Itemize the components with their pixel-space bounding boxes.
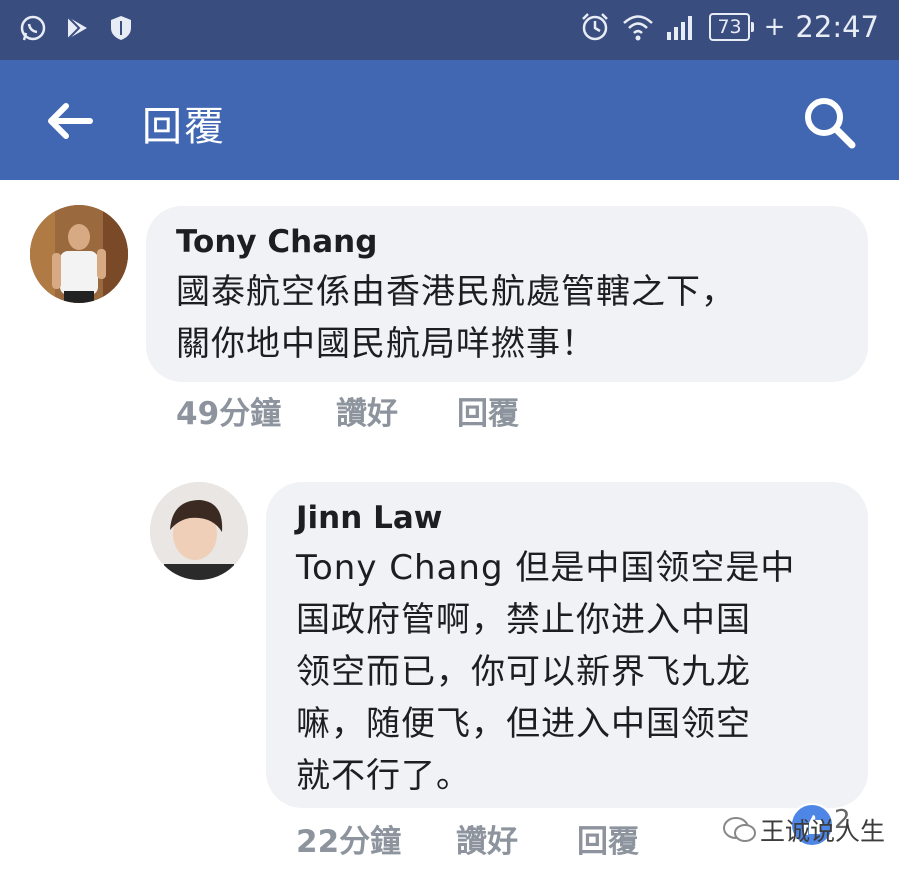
page-title: 回覆 <box>142 104 226 150</box>
comment-author[interactable]: Jinn Law <box>296 500 442 536</box>
avatar[interactable] <box>150 482 248 580</box>
shield-icon <box>111 16 131 40</box>
like-button[interactable]: 讚好 <box>336 388 398 433</box>
avatar[interactable] <box>30 205 128 303</box>
comment-author[interactable]: Tony Chang <box>176 224 377 260</box>
comment-time: 22分鐘 <box>296 824 402 860</box>
wifi-icon <box>623 15 654 41</box>
comment-text: 國泰航空係由香港民航處管轄之下， 關你地中國民航局咩撚事！ <box>176 272 736 364</box>
status-clock: 22:47 <box>795 10 879 44</box>
status-bar: 73 + 22:47 <box>0 0 899 60</box>
avatar-photo <box>150 482 248 580</box>
comment-time: 49分鐘 <box>176 396 282 432</box>
search-icon[interactable] <box>800 93 858 151</box>
alarm-icon <box>582 13 609 41</box>
charging-indicator: + <box>763 12 786 42</box>
watermark: 王诚说人生 <box>760 817 886 846</box>
app-bar: 回覆 <box>0 60 899 180</box>
battery-indicator: 73 <box>709 13 754 41</box>
avatar-photo <box>30 205 128 303</box>
reply-button[interactable]: 回覆 <box>577 816 639 861</box>
comment-text: Tony Chang 但是中国领空是中 国政府管啊，禁止你进入中国 领空而已，你… <box>296 548 796 796</box>
back-arrow-icon[interactable] <box>44 98 94 144</box>
signal-icon <box>667 16 693 40</box>
play-store-icon <box>67 16 87 40</box>
reply-button[interactable]: 回覆 <box>457 388 519 433</box>
like-button[interactable]: 讚好 <box>456 816 518 861</box>
whatsapp-icon <box>20 15 46 41</box>
wechat-icon <box>723 817 756 842</box>
